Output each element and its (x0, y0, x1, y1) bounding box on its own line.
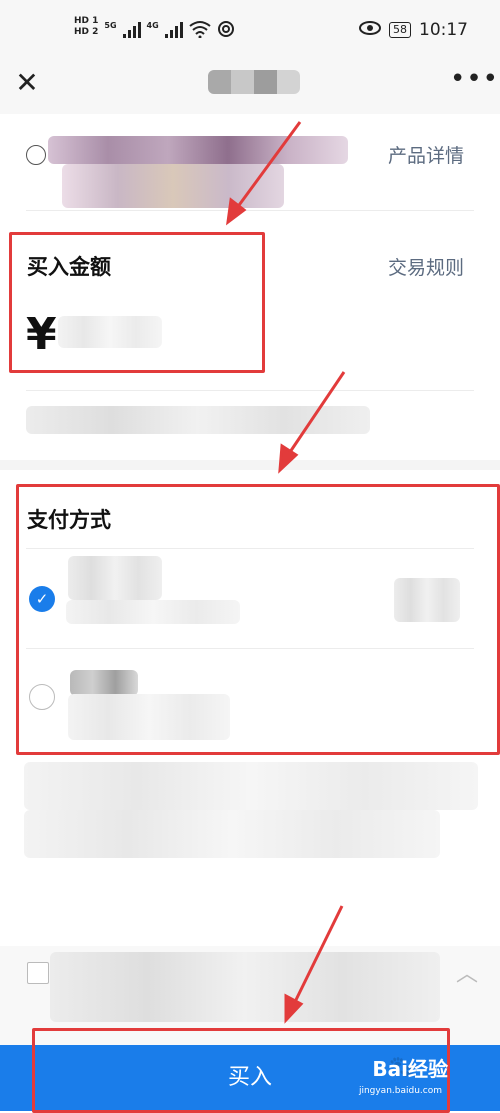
clock: 10:17 (419, 20, 468, 40)
product-name-redacted (48, 136, 348, 164)
chevron-up-icon[interactable]: ︿ (456, 956, 478, 988)
product-detail-link[interactable]: 产品详情 (388, 141, 464, 168)
status-bar: HD 1 HD 2 5G 4G 58 10:17 (0, 0, 500, 62)
highlight-box-payment (16, 484, 500, 755)
signal-icon (122, 22, 141, 38)
page-title-redacted (208, 70, 300, 94)
signal-icon-2 (164, 22, 183, 38)
section-gap (0, 460, 500, 470)
watermark-url: jingyan.baidu.com (358, 1086, 442, 1096)
network-label-2: 4G (146, 21, 159, 30)
amount-hint-redacted (26, 406, 370, 434)
more-icon[interactable]: ••• (450, 64, 499, 94)
hd2-label: HD 2 (74, 27, 99, 37)
trade-rules-link[interactable]: 交易规则 (388, 253, 464, 280)
close-icon[interactable]: ✕ (14, 69, 40, 97)
status-right: 58 10:17 (359, 20, 468, 40)
nav-bar: ✕ ••• (0, 62, 500, 114)
status-left: HD 1 HD 2 5G 4G (74, 16, 235, 42)
network-label: 5G (104, 21, 117, 30)
agreement-text-redacted[interactable] (50, 952, 440, 1022)
wifi-icon (189, 20, 211, 42)
notice-line-2-redacted (24, 810, 440, 858)
hotspot-icon (217, 20, 235, 42)
product-info-redacted (62, 164, 284, 208)
highlight-box-amount (9, 232, 265, 373)
agreement-checkbox[interactable] (27, 962, 49, 984)
divider (26, 210, 474, 211)
sim-indicator: HD 1 HD 2 (74, 16, 98, 38)
product-logo-icon (26, 145, 46, 165)
divider (26, 390, 474, 391)
battery-icon: 58 (389, 22, 411, 38)
watermark-logo: Bai经验 (372, 1057, 448, 1081)
hd1-label: HD 1 (74, 16, 99, 26)
eye-icon (359, 20, 381, 40)
notice-line-1-redacted (24, 762, 478, 810)
